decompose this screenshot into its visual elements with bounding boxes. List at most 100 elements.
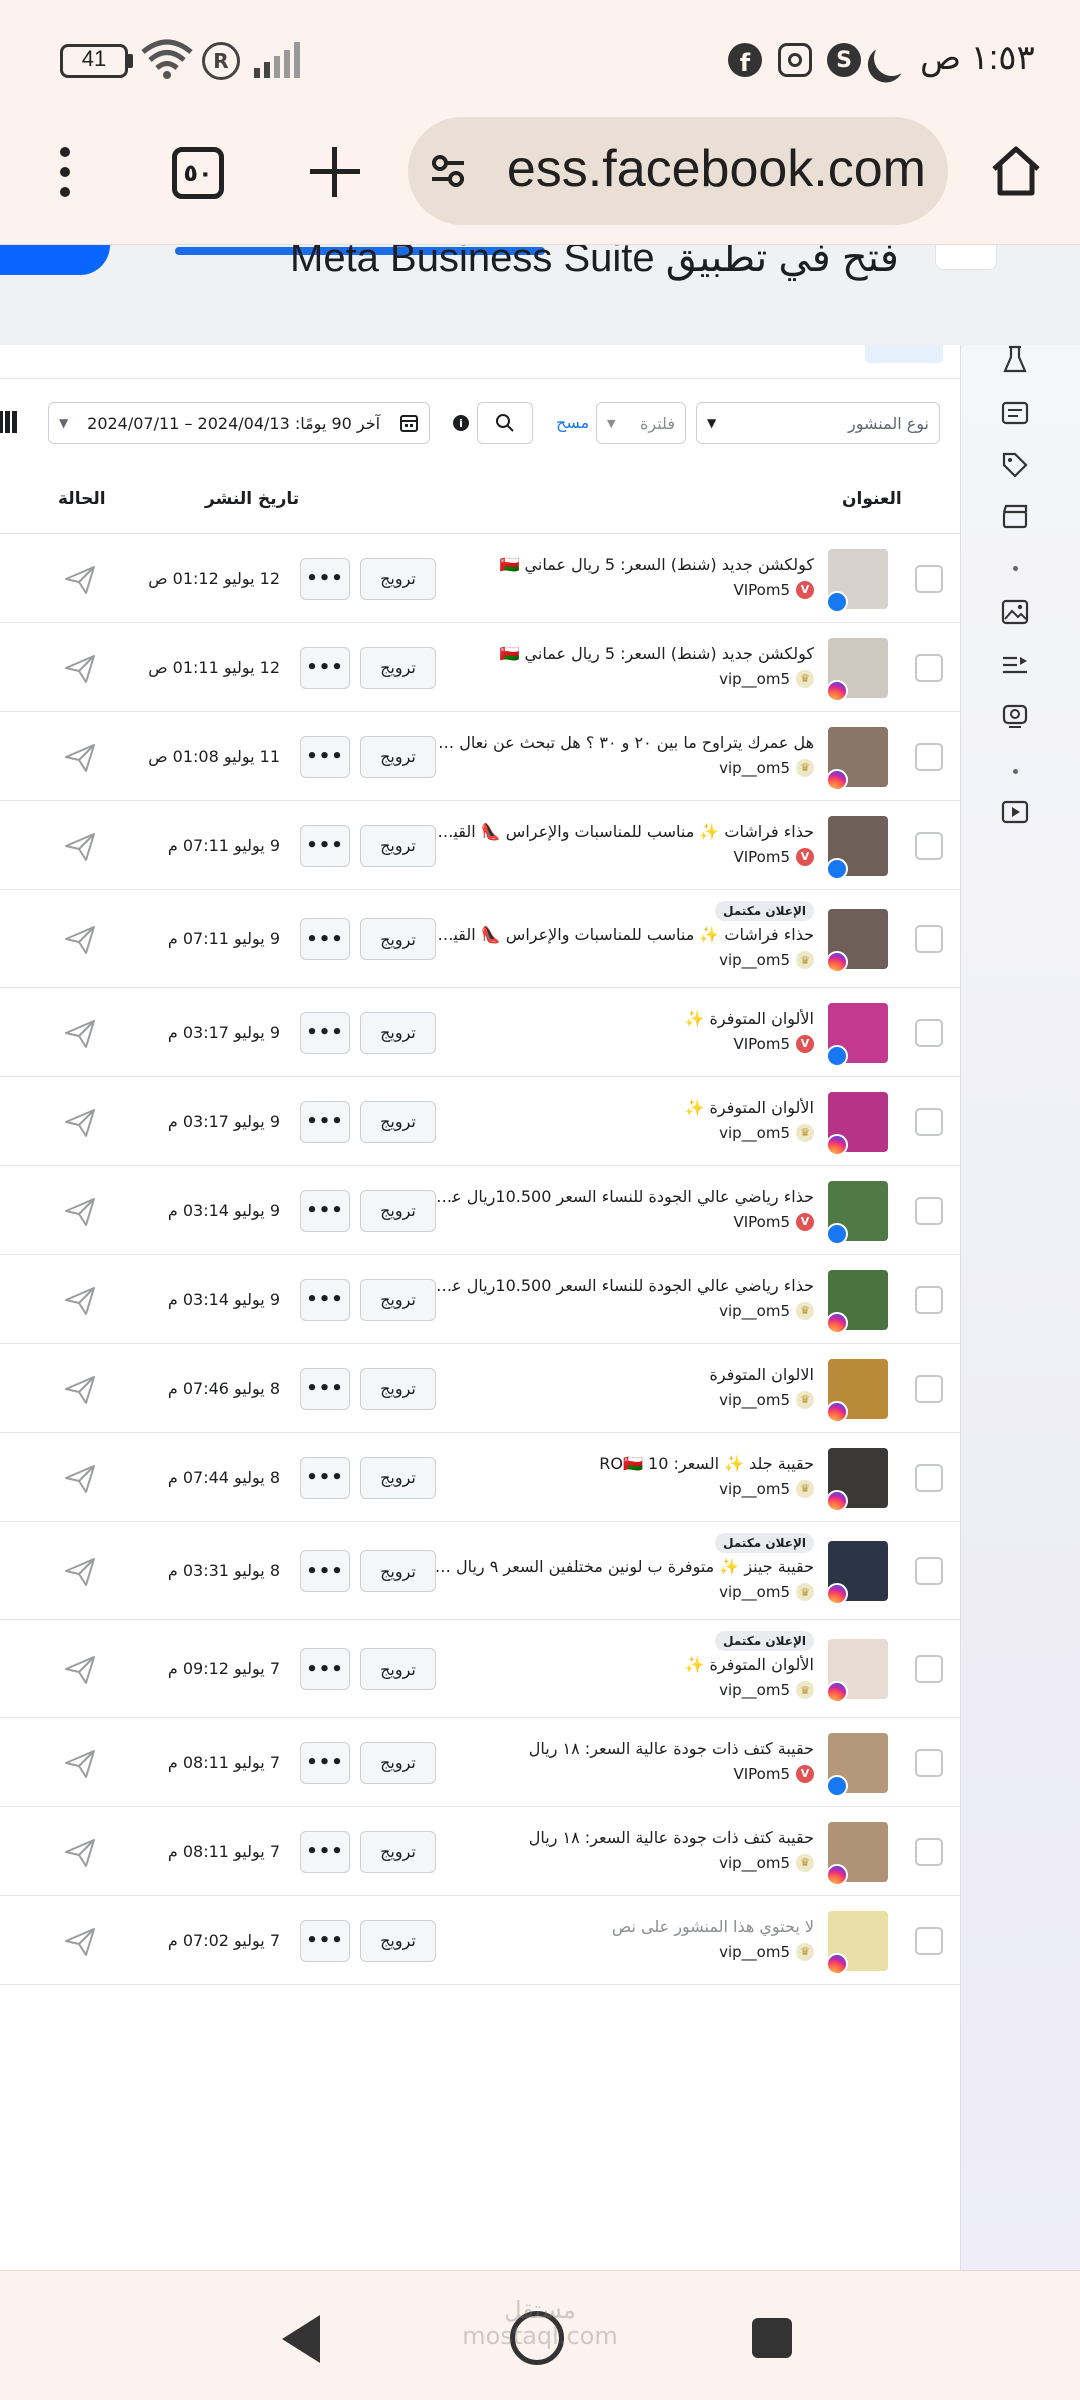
post-caption[interactable]: لا يحتوي هذا المنشور على نص [434,1917,814,1936]
clapper-icon[interactable] [1001,503,1029,529]
clear-filters-link[interactable]: مسح [556,413,589,432]
post-caption[interactable]: حذاء رياضي عالي الجودة للنساء السعر 10.5… [434,1276,814,1295]
flask-icon[interactable] [1003,345,1027,375]
post-caption[interactable]: كولكشن جديد (شنط) السعر: 5 ريال عماني 🇴🇲 [434,644,814,663]
menu-kebab-icon[interactable] [60,147,72,197]
column-header-status[interactable]: الحالة [58,489,106,509]
post-caption[interactable]: الألوان المتوفرة ✨ [434,1009,814,1028]
table-row[interactable]: الالوان المتوفرة vip__om5 ♛ ترويج ••• 8 … [0,1344,960,1433]
promote-button[interactable]: ترويج [360,918,436,960]
back-button[interactable] [282,2315,320,2363]
date-range-picker[interactable]: ▼ آخر 90 يومًا: 2024/04/13 – 2024/07/11 [48,402,430,444]
row-checkbox[interactable] [915,925,943,953]
promote-button[interactable]: ترويج [360,1189,436,1232]
promote-button[interactable]: ترويج [360,1367,436,1410]
post-caption[interactable]: الألوان المتوفرة ✨ [434,1098,814,1117]
row-checkbox[interactable] [915,1107,943,1136]
row-checkbox[interactable] [915,742,943,771]
more-options-button[interactable]: ••• [300,1278,350,1321]
more-options-button[interactable]: ••• [300,1741,350,1784]
more-options-button[interactable]: ••• [300,1367,350,1410]
recents-button[interactable] [752,2318,792,2358]
post-caption[interactable]: حقيبة جينز ✨ متوفرة ب لونين مختلفين السع… [434,1557,814,1576]
row-checkbox[interactable] [915,1374,943,1403]
more-options-button[interactable]: ••• [300,824,350,867]
promote-button[interactable]: ترويج [360,1648,436,1690]
column-header-publish-date[interactable]: تاريخ النشر [205,489,299,509]
row-checkbox[interactable] [915,1196,943,1225]
post-type-dropdown[interactable]: ▼ نوع المنشور [696,402,940,444]
promote-button[interactable]: ترويج [360,1011,436,1054]
address-bar[interactable]: ess.facebook.com [408,117,948,225]
row-checkbox[interactable] [915,1837,943,1866]
row-checkbox[interactable] [915,1557,943,1585]
row-checkbox[interactable] [915,1285,943,1314]
stories-icon[interactable] [1001,703,1029,729]
image-icon[interactable] [1001,599,1029,625]
more-options-button[interactable]: ••• [300,1011,350,1054]
post-caption[interactable]: حقيبة كتف ذات جودة عالية السعر: ١٨ ريال [434,1739,814,1758]
more-options-button[interactable]: ••• [300,557,350,600]
table-row[interactable]: حذاء رياضي عالي الجودة للنساء السعر 10.5… [0,1166,960,1255]
promote-button[interactable]: ترويج [360,1830,436,1873]
more-options-button[interactable]: ••• [300,918,350,960]
table-row[interactable]: هل عمرك يتراوح ما بين ٢٠ و ٣٠ ؟ هل تبحث … [0,712,960,801]
row-checkbox[interactable] [915,1748,943,1777]
news-icon[interactable] [1001,401,1029,425]
promote-button[interactable]: ترويج [360,557,436,600]
column-header-title[interactable]: العنوان [842,489,902,509]
post-caption[interactable]: هل عمرك يتراوح ما بين ٢٠ و ٣٠ ؟ هل تبحث … [434,733,814,752]
table-row[interactable]: الألوان المتوفرة ✨ VIPom5 V ترويج ••• 9 … [0,988,960,1077]
row-checkbox[interactable] [915,1926,943,1955]
post-caption[interactable]: حقيبة كتف ذات جودة عالية السعر: ١٨ ريال [434,1828,814,1847]
promote-button[interactable]: ترويج [360,1278,436,1321]
promote-button[interactable]: ترويج [360,735,436,778]
filter-dropdown[interactable]: ▼ فلترة [596,402,686,444]
post-caption[interactable]: كولكشن جديد (شنط) السعر: 5 ريال عماني 🇴🇲 [434,555,814,574]
tag-icon[interactable] [1001,451,1029,479]
playlist-icon[interactable] [1001,653,1029,677]
more-options-button[interactable]: ••• [300,1648,350,1690]
row-checkbox[interactable] [915,1463,943,1492]
more-options-button[interactable]: ••• [300,1100,350,1143]
new-tab-icon[interactable] [310,147,360,197]
post-caption[interactable]: حذاء فراشات ✨ مناسب للمناسبات والإعراس 👠… [434,925,814,944]
more-options-button[interactable]: ••• [300,735,350,778]
more-options-button[interactable]: ••• [300,1830,350,1873]
row-checkbox[interactable] [915,1018,943,1047]
table-row[interactable]: الإعلان مكتمل حذاء فراشات ✨ مناسب للمناس… [0,890,960,988]
row-checkbox[interactable] [915,564,943,593]
row-checkbox[interactable] [915,831,943,860]
more-options-button[interactable]: ••• [300,1456,350,1499]
post-caption[interactable]: الألوان المتوفرة ✨ [434,1655,814,1674]
table-row[interactable]: لا يحتوي هذا المنشور على نص vip__om5 ♛ ت… [0,1896,960,1985]
promote-button[interactable]: ترويج [360,1919,436,1962]
info-icon[interactable]: i [453,415,469,431]
columns-icon[interactable] [0,411,20,433]
promote-button[interactable]: ترويج [360,646,436,689]
video-icon[interactable] [1001,800,1029,824]
table-row[interactable]: الإعلان مكتمل الألوان المتوفرة ✨ vip__om… [0,1620,960,1718]
table-row[interactable]: كولكشن جديد (شنط) السعر: 5 ريال عماني 🇴🇲… [0,623,960,712]
row-checkbox[interactable] [915,1655,943,1683]
open-app-button[interactable] [0,245,110,275]
tab-switcher-button[interactable]: ٥٠ [172,147,224,199]
search-button[interactable] [477,402,533,444]
post-caption[interactable]: الالوان المتوفرة [434,1365,814,1384]
promote-button[interactable]: ترويج [360,824,436,867]
table-row[interactable]: الإعلان مكتمل حقيبة جينز ✨ متوفرة ب لوني… [0,1522,960,1620]
promote-button[interactable]: ترويج [360,1741,436,1784]
promote-button[interactable]: ترويج [360,1456,436,1499]
post-caption[interactable]: حذاء رياضي عالي الجودة للنساء السعر 10.5… [434,1187,814,1206]
more-options-button[interactable]: ••• [300,1919,350,1962]
site-settings-icon[interactable] [428,151,468,191]
post-caption[interactable]: حقيبة جلد ✨ السعر: 10 RO🇴🇲 [434,1454,814,1473]
table-row[interactable]: حذاء فراشات ✨ مناسب للمناسبات والإعراس 👠… [0,801,960,890]
table-row[interactable]: حذاء رياضي عالي الجودة للنساء السعر 10.5… [0,1255,960,1344]
table-row[interactable]: حقيبة جلد ✨ السعر: 10 RO🇴🇲 vip__om5 ♛ تر… [0,1433,960,1522]
more-options-button[interactable]: ••• [300,1189,350,1232]
table-row[interactable]: حقيبة كتف ذات جودة عالية السعر: ١٨ ريال … [0,1718,960,1807]
post-caption[interactable]: حذاء فراشات ✨ مناسب للمناسبات والإعراس 👠… [434,822,814,841]
row-checkbox[interactable] [915,653,943,682]
table-row[interactable]: حقيبة كتف ذات جودة عالية السعر: ١٨ ريال … [0,1807,960,1896]
